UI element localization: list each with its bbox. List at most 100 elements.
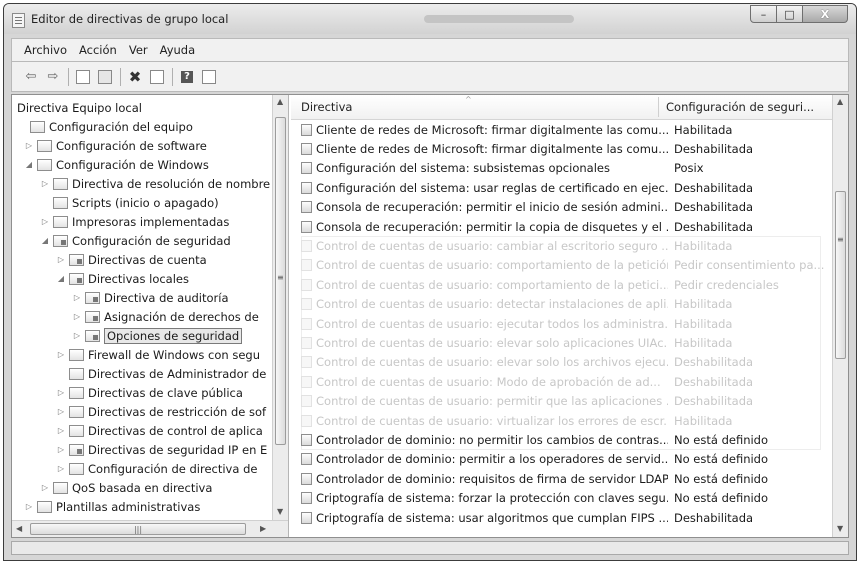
policy-row[interactable]: Consola de recuperación: permitir la cop…: [291, 217, 832, 236]
back-icon[interactable]: ⇦: [22, 68, 40, 86]
policy-row[interactable]: Control de cuentas de usuario: permitir …: [291, 392, 832, 411]
tree-item[interactable]: ▷ Directivas de cuenta: [56, 250, 207, 269]
tree-item[interactable]: ▷ Directivas de clave pública: [56, 383, 243, 402]
properties-icon[interactable]: [148, 68, 166, 86]
up-folder-icon[interactable]: [74, 68, 92, 86]
scroll-right-icon[interactable]: ▶: [260, 524, 266, 533]
policy-row[interactable]: Controlador de dominio: requisitos de fi…: [291, 469, 832, 488]
policy-icon: [301, 259, 312, 272]
menu-accion[interactable]: Acción: [79, 43, 117, 57]
policy-row[interactable]: Consola de recuperación: permitir el ini…: [291, 198, 832, 217]
policy-row[interactable]: Cliente de redes de Microsoft: firmar di…: [291, 120, 832, 139]
expander-icon[interactable]: ▷: [56, 255, 66, 264]
scroll-down-icon[interactable]: ▼: [837, 524, 843, 533]
expander-icon[interactable]: ▷: [72, 331, 82, 340]
tree-item[interactable]: ▷ Directivas de seguridad IP en E: [56, 440, 267, 459]
tree-item[interactable]: ▷ Plantillas administrativas: [24, 497, 200, 516]
tree-item[interactable]: Scripts (inicio o apagado): [40, 193, 219, 212]
tree-item[interactable]: Directiva Equipo local: [17, 98, 142, 117]
tree-item[interactable]: ▷ Configuración de directiva de: [56, 459, 258, 478]
menu-archivo[interactable]: Archivo: [24, 43, 67, 57]
expander-icon[interactable]: ▷: [56, 388, 66, 397]
expander-icon[interactable]: ▷: [56, 426, 66, 435]
expander-icon[interactable]: ▷: [56, 350, 66, 359]
expander-icon[interactable]: ▷: [56, 445, 66, 454]
tree-vertical-scrollbar[interactable]: ▲ ≡ ▼: [272, 95, 288, 520]
view-icon[interactable]: [200, 68, 218, 86]
policy-name: Consola de recuperación: permitir el ini…: [316, 200, 668, 215]
help-icon[interactable]: ?: [178, 68, 196, 86]
tree-horizontal-scrollbar[interactable]: ◀ ||| ▶: [12, 520, 288, 537]
tree-item[interactable]: ▷ Directiva de resolución de nombre: [40, 174, 270, 193]
policy-row[interactable]: Control de cuentas de usuario: comportam…: [291, 256, 832, 275]
column-header-configuracion[interactable]: Configuración de seguri...: [666, 100, 814, 114]
tree-item[interactable]: Directivas de Administrador de: [56, 364, 266, 383]
expander-icon[interactable]: ◢: [56, 274, 66, 283]
tree-item[interactable]: ▷ Configuración de software: [24, 136, 207, 155]
tree-item[interactable]: ▷ Directiva de auditoría: [72, 288, 229, 307]
policy-row[interactable]: Control de cuentas de usuario: ejecutar …: [291, 314, 832, 333]
list-scroll-thumb[interactable]: [835, 191, 846, 359]
scroll-grip-icon: ≡: [277, 273, 284, 282]
tree-item[interactable]: ▷ Asignación de derechos de: [72, 307, 259, 326]
policy-icon: [301, 181, 312, 194]
policy-row[interactable]: Control de cuentas de usuario: detectar …: [291, 295, 832, 314]
policy-row[interactable]: Controlador de dominio: no permitir los …: [291, 430, 832, 449]
delete-icon[interactable]: ✖: [126, 68, 144, 86]
list-vertical-scrollbar[interactable]: ▲ ≡ ▼: [832, 95, 848, 537]
expander-icon[interactable]: ▷: [72, 293, 82, 302]
policy-row[interactable]: Configuración del sistema: subsistemas o…: [291, 159, 832, 178]
maximize-button[interactable]: □: [777, 5, 803, 23]
tree-item[interactable]: ▷ QoS basada en directiva: [40, 478, 212, 497]
policy-row[interactable]: Criptografía de sistema: forzar la prote…: [291, 489, 832, 508]
tree-item[interactable]: ◢ Directivas locales: [56, 269, 189, 288]
tree-item[interactable]: ▷ Opciones de seguridad: [72, 326, 243, 345]
title-bar[interactable]: Editor de directivas de grupo local – □ …: [4, 4, 856, 34]
policy-row[interactable]: Control de cuentas de usuario: cambiar a…: [291, 236, 832, 255]
security-folder-icon: [85, 310, 100, 323]
tree-item[interactable]: ▷ Directivas de restricción de sof: [56, 402, 266, 421]
expander-icon[interactable]: ▷: [56, 464, 66, 473]
menu-ayuda[interactable]: Ayuda: [160, 43, 196, 57]
expander-icon[interactable]: ▷: [40, 179, 50, 188]
expander-icon[interactable]: ▷: [24, 502, 34, 511]
folder-icon: [69, 405, 84, 418]
menu-ver[interactable]: Ver: [129, 43, 148, 57]
forward-icon[interactable]: ⇨: [44, 68, 62, 86]
expander-icon[interactable]: ▷: [72, 312, 82, 321]
tree-item[interactable]: ▷ Impresoras implementadas: [40, 212, 229, 231]
scroll-down-icon[interactable]: ▼: [277, 507, 283, 516]
scroll-left-icon[interactable]: ◀: [16, 524, 22, 533]
close-button[interactable]: X: [803, 5, 848, 23]
scroll-up-icon[interactable]: ▲: [277, 97, 283, 106]
tree-item[interactable]: Configuración del equipo: [17, 117, 193, 136]
policy-row[interactable]: Control de cuentas de usuario: virtualiz…: [291, 411, 832, 430]
tree-item[interactable]: ▷ Directivas de control de aplica: [56, 421, 263, 440]
show-tree-icon[interactable]: [96, 68, 114, 86]
tree-item[interactable]: ◢ Configuración de Windows: [24, 155, 209, 174]
minimize-button[interactable]: –: [750, 5, 777, 23]
tree-hscroll-thumb[interactable]: |||: [30, 523, 246, 535]
column-divider[interactable]: [658, 97, 659, 117]
tree-item[interactable]: ▷ Firewall de Windows con segu: [56, 345, 260, 364]
policy-row[interactable]: Criptografía de sistema: usar algoritmos…: [291, 508, 832, 527]
scroll-up-icon[interactable]: ▲: [837, 97, 843, 106]
expander-icon[interactable]: ▷: [40, 483, 50, 492]
expander-icon[interactable]: ▷: [56, 407, 66, 416]
tree-pane: Directiva Equipo local Configuración del …: [12, 95, 289, 537]
policy-row[interactable]: Control de cuentas de usuario: elevar so…: [291, 333, 832, 352]
expander-icon[interactable]: ▷: [24, 141, 34, 150]
policy-row[interactable]: Cliente de redes de Microsoft: firmar di…: [291, 139, 832, 158]
expander-icon[interactable]: ▷: [40, 217, 50, 226]
policy-row[interactable]: Control de cuentas de usuario: elevar so…: [291, 353, 832, 372]
policy-row[interactable]: Control de cuentas de usuario: Modo de a…: [291, 372, 832, 391]
policy-icon: [301, 375, 312, 388]
tree-item[interactable]: ◢ Configuración de seguridad: [40, 231, 231, 250]
column-header-directiva[interactable]: Directiva: [301, 100, 352, 114]
expander-icon[interactable]: ◢: [24, 160, 34, 169]
policy-row[interactable]: Control de cuentas de usuario: comportam…: [291, 275, 832, 294]
expander-icon[interactable]: ◢: [40, 236, 50, 245]
policy-row[interactable]: Configuración del sistema: usar reglas d…: [291, 178, 832, 197]
policy-row[interactable]: Controlador de dominio: permitir a los o…: [291, 450, 832, 469]
policy-icon: [301, 414, 312, 427]
